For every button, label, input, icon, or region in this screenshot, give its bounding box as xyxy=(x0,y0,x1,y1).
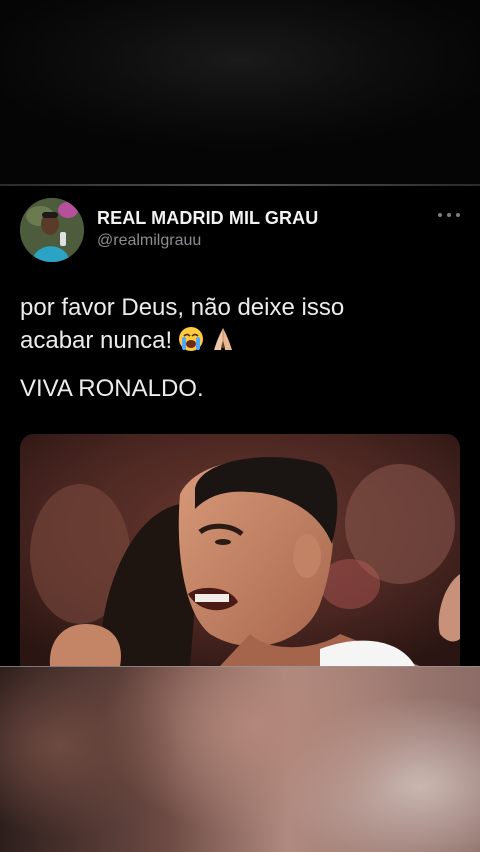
folded-hands-icon xyxy=(210,326,236,361)
video-frame: REAL MADRID MIL GRAU @realmilgrauu por f… xyxy=(0,0,480,852)
photo-footballer-celebrating xyxy=(20,434,460,666)
avatar[interactable] xyxy=(20,198,84,262)
loudly-crying-face-icon xyxy=(178,326,204,361)
more-horizontal-icon[interactable] xyxy=(438,207,460,223)
avatar-image xyxy=(20,198,84,262)
blurred-background-bottom xyxy=(0,666,480,852)
tweet-media-photo[interactable] xyxy=(20,434,460,666)
tweet-text-line: por favor Deus, não deixe isso xyxy=(20,294,345,321)
display-name[interactable]: REAL MADRID MIL GRAU xyxy=(97,207,318,229)
tweet-text-line: acabar nunca! xyxy=(20,327,173,354)
tweet-text-line: VIVA RONALDO. xyxy=(20,375,204,402)
user-handle[interactable]: @realmilgrauu xyxy=(97,231,318,251)
tweet-text-line-with-emoji: acabar nunca! xyxy=(20,324,460,361)
blurred-background-top xyxy=(0,0,480,186)
tweet-card[interactable]: REAL MADRID MIL GRAU @realmilgrauu por f… xyxy=(0,187,480,666)
tweet-author[interactable]: REAL MADRID MIL GRAU @realmilgrauu xyxy=(97,207,318,251)
tweet-header: REAL MADRID MIL GRAU @realmilgrauu xyxy=(20,187,460,279)
tweet-text: por favor Deus, não deixe isso acabar nu… xyxy=(20,291,460,405)
